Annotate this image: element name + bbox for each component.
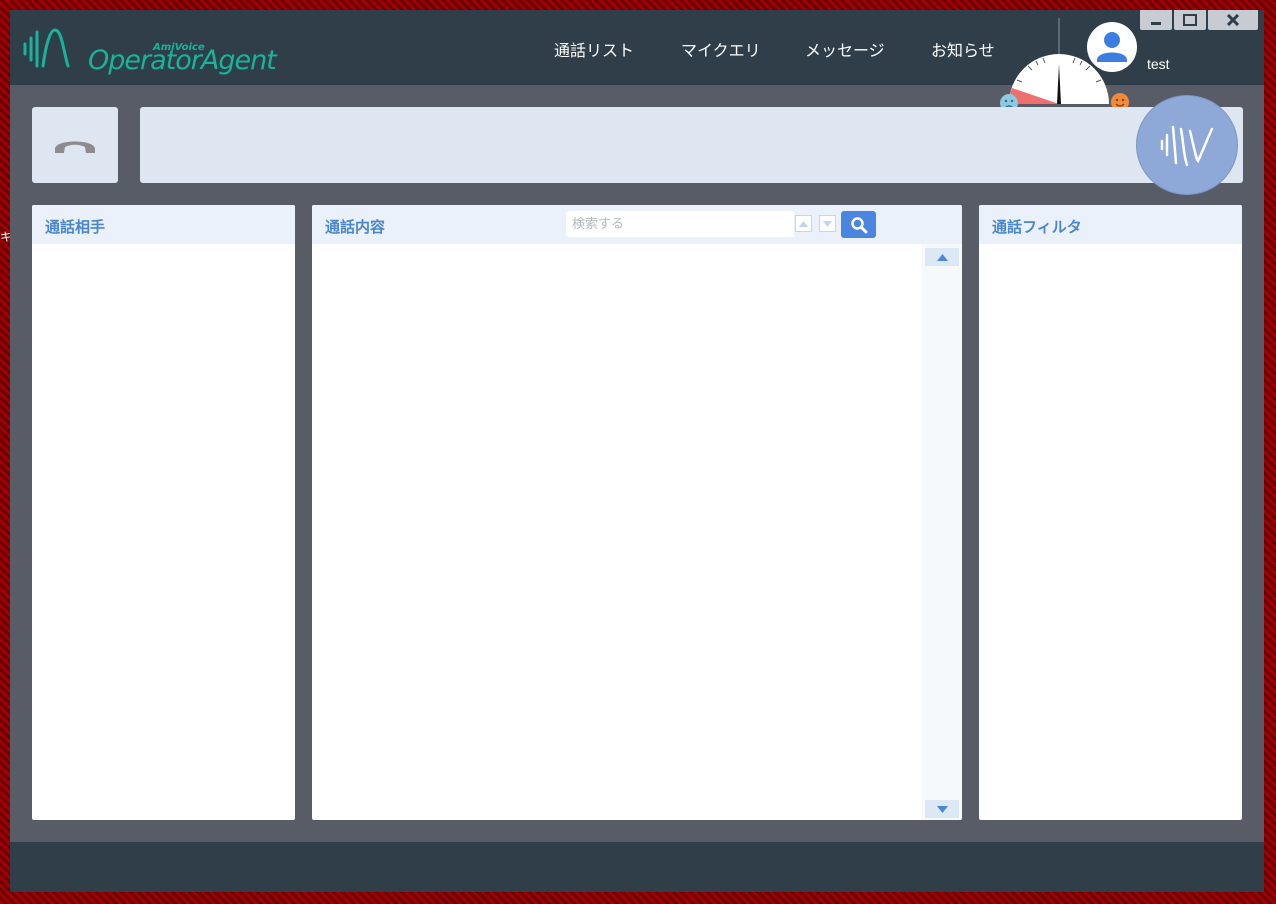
arrow-up-icon	[799, 220, 808, 227]
app-window: AmiVoice OperatorAgent 通話リスト マイクエリ メッセージ…	[10, 10, 1264, 892]
nav-messages[interactable]: メッセージ	[805, 37, 885, 61]
minimize-button[interactable]	[1140, 10, 1172, 30]
maximize-button[interactable]	[1174, 10, 1206, 30]
arrow-down-icon	[823, 220, 832, 227]
close-button[interactable]	[1208, 10, 1258, 30]
user-icon	[1097, 32, 1127, 62]
app-logo: AmiVoice OperatorAgent	[22, 24, 282, 76]
call-filter-panel-header: 通話フィルタ	[979, 205, 1242, 244]
caller-panel: 通話相手	[32, 205, 295, 820]
hangup-button[interactable]	[32, 107, 118, 183]
scroll-up-button[interactable]	[925, 248, 959, 266]
voice-recognition-button[interactable]	[1136, 95, 1238, 195]
transcript-scrollbar[interactable]	[922, 244, 962, 820]
search-icon	[850, 216, 867, 233]
username: test	[1147, 56, 1170, 72]
logo-wave-icon	[23, 28, 70, 68]
user-avatar[interactable]	[1087, 22, 1137, 72]
arrow-up-icon	[936, 253, 948, 261]
close-icon	[1227, 14, 1239, 26]
search-button[interactable]	[841, 211, 876, 238]
call-info-bar	[140, 107, 1243, 183]
caller-panel-title: 通話相手	[45, 218, 106, 236]
arrow-down-icon	[936, 805, 948, 813]
scroll-down-button[interactable]	[925, 800, 959, 818]
call-filter-panel-title: 通話フィルタ	[992, 218, 1082, 236]
phone-hangup-icon	[55, 141, 95, 153]
nav-call-list[interactable]: 通話リスト	[554, 37, 634, 61]
status-bar	[10, 842, 1264, 892]
search-prev-button[interactable]	[795, 215, 812, 232]
title-bar: AmiVoice OperatorAgent 通話リスト マイクエリ メッセージ…	[10, 10, 1264, 112]
logo-brand-name: OperatorAgent	[88, 45, 277, 76]
caller-panel-header: 通話相手	[32, 205, 295, 244]
search-input[interactable]	[566, 211, 794, 237]
nav-my-query[interactable]: マイクエリ	[681, 37, 761, 61]
transcript-panel: 通話内容	[312, 205, 962, 820]
voice-wave-icon	[1160, 125, 1214, 167]
search-next-button[interactable]	[819, 215, 836, 232]
transcript-panel-header: 通話内容	[312, 205, 962, 244]
maximize-icon	[1183, 14, 1197, 26]
call-filter-panel: 通話フィルタ	[979, 205, 1242, 820]
window-controls	[1140, 10, 1258, 30]
transcript-panel-title: 通話内容	[325, 218, 386, 236]
minimize-icon	[1151, 22, 1161, 25]
nav-notices[interactable]: お知らせ	[931, 37, 995, 61]
